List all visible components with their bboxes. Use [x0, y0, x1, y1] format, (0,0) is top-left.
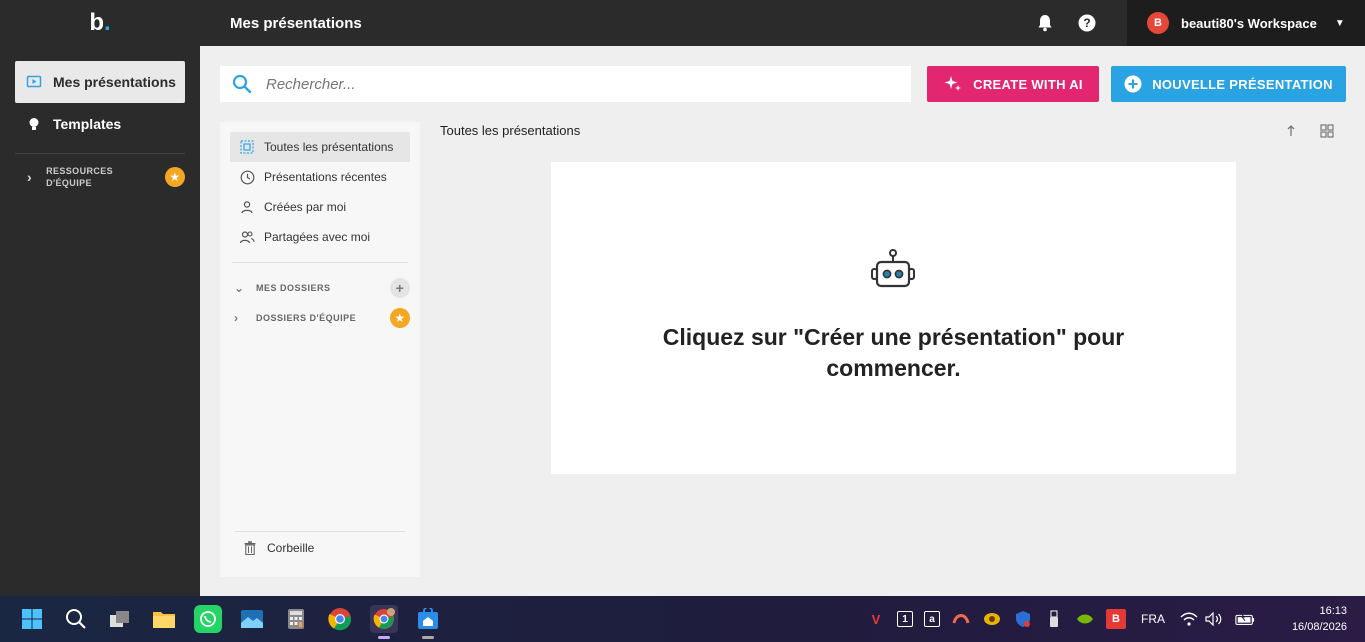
volume-icon[interactable]	[1204, 609, 1224, 629]
running-app-indicator	[422, 636, 434, 639]
content-title: Toutes les présentations	[440, 123, 581, 138]
my-folders-label: MES DOSSIERS	[256, 283, 331, 293]
svg-text:?: ?	[1083, 16, 1090, 30]
search-bar	[220, 66, 911, 102]
logo-letter: b	[89, 9, 104, 36]
vpn-icon[interactable]: V	[866, 609, 886, 629]
antivirus-icon[interactable]: B	[1106, 609, 1126, 629]
sort-icon[interactable]	[1283, 123, 1299, 139]
wifi-icon[interactable]	[1179, 609, 1199, 629]
chrome-icon[interactable]	[326, 605, 354, 633]
nvidia-icon[interactable]	[1075, 609, 1095, 629]
page-title: Mes présentations	[230, 14, 362, 32]
empty-state-message: Cliquez sur "Créer une présentation" pou…	[662, 324, 1125, 381]
clock-time: 16:13	[1319, 605, 1347, 617]
chrome-profile-icon[interactable]	[370, 605, 398, 639]
team-resources-label: RESSOURCES D'ÉQUIPE	[46, 165, 165, 189]
security-icon[interactable]	[1013, 609, 1033, 629]
presentation-icon	[25, 73, 43, 91]
filter-panel: Toutes les présentations Présentations r…	[220, 122, 420, 577]
app-a-icon[interactable]: a	[924, 611, 940, 627]
battery-icon[interactable]	[1235, 609, 1255, 629]
clock-date: 16/08/2026	[1291, 621, 1347, 633]
filter-shared-with-me[interactable]: Partagées avec moi	[230, 222, 410, 252]
task-view-icon[interactable]	[106, 605, 134, 633]
create-with-ai-label: CREATE WITH AI	[973, 76, 1083, 92]
filter-divider	[232, 262, 408, 263]
avatar: B	[1147, 12, 1169, 34]
grid-view-icon[interactable]	[1319, 123, 1335, 139]
tray-app-yellow-icon[interactable]	[982, 609, 1002, 629]
filter-label: Présentations récentes	[264, 170, 387, 184]
sidebar-item-templates[interactable]: Templates	[15, 103, 185, 145]
users-icon	[239, 229, 255, 245]
filter-all-presentations[interactable]: Toutes les présentations	[230, 132, 410, 162]
taskbar-search-icon[interactable]	[62, 605, 90, 633]
filter-label: Partagées avec moi	[264, 230, 371, 244]
search-icon	[232, 74, 252, 94]
sidebar-item-label: Mes présentations	[53, 74, 176, 90]
whatsapp-icon[interactable]	[194, 605, 222, 633]
chevron-right-icon: ›	[234, 311, 239, 325]
chevron-down-icon: ⌄	[234, 281, 245, 295]
photos-icon[interactable]	[238, 605, 266, 633]
workspace-switcher[interactable]: B beauti80's Workspace ▼	[1127, 0, 1365, 46]
new-presentation-button[interactable]: NOUVELLE PRÉSENTATION	[1111, 66, 1346, 102]
store-icon[interactable]	[414, 605, 442, 639]
system-clock[interactable]: 16:13 16/08/2026	[1292, 603, 1347, 635]
team-folders-row[interactable]: › DOSSIERS D'ÉQUIPE ★	[230, 303, 410, 333]
sidebar-item-team-resources[interactable]: › RESSOURCES D'ÉQUIPE ★	[15, 154, 185, 200]
star-icon: ★	[390, 308, 410, 328]
sidebar-item-label: Templates	[53, 116, 122, 132]
help-icon[interactable]: ?	[1077, 13, 1097, 33]
logo-dot: .	[104, 9, 111, 36]
filter-label: Créées par moi	[264, 200, 347, 214]
my-folders-row[interactable]: ⌄ MES DOSSIERS +	[230, 273, 410, 303]
trash-divider	[234, 531, 406, 532]
plus-circle-icon	[1124, 75, 1142, 93]
active-app-indicator	[378, 636, 390, 639]
file-explorer-icon[interactable]	[150, 605, 178, 633]
sidebar-item-mes-presentations[interactable]: Mes présentations	[15, 61, 185, 103]
windows-start-icon[interactable]	[18, 605, 46, 633]
new-presentation-label: NOUVELLE PRÉSENTATION	[1152, 76, 1333, 92]
add-folder-button[interactable]: +	[390, 278, 410, 298]
empty-state-card: Cliquez sur "Créer une présentation" pou…	[551, 162, 1236, 474]
usb-icon[interactable]	[1044, 609, 1064, 629]
app-sidebar: b. Mes présentations Templates › RESSOUR…	[0, 0, 200, 596]
taskbar: V 1 a B FRA 16:13 16/08/2026	[0, 596, 1365, 642]
tray-app-red-icon[interactable]	[951, 609, 971, 629]
team-resources-line1: RESSOURCES	[46, 166, 114, 176]
caret-down-icon: ▼	[1334, 17, 1345, 29]
team-folders-label: DOSSIERS D'ÉQUIPE	[256, 313, 357, 323]
system-tray: V 1 a B FRA	[866, 604, 1266, 634]
language-indicator[interactable]: FRA	[1141, 612, 1165, 626]
chevron-right-icon: ›	[27, 169, 33, 185]
lightbulb-icon	[25, 115, 43, 133]
trash-icon	[244, 541, 256, 555]
workspace-name: beauti80's Workspace	[1181, 15, 1317, 31]
search-input[interactable]	[266, 75, 866, 93]
app-logo[interactable]: b.	[0, 0, 200, 46]
calculator-icon[interactable]	[282, 605, 310, 633]
top-bar: Mes présentations ? B beauti80's Workspa…	[200, 0, 1365, 46]
team-resources-line2: D'ÉQUIPE	[46, 178, 92, 188]
filter-recent-presentations[interactable]: Présentations récentes	[230, 162, 410, 192]
sparkle-icon	[943, 74, 963, 94]
password-manager-icon[interactable]: 1	[897, 611, 913, 627]
filter-created-by-me[interactable]: Créées par moi	[230, 192, 410, 222]
create-with-ai-button[interactable]: CREATE WITH AI	[927, 66, 1099, 102]
robot-icon	[869, 248, 917, 297]
user-icon	[239, 199, 255, 215]
bell-icon[interactable]	[1035, 13, 1055, 33]
filter-label: Toutes les présentations	[264, 140, 394, 154]
trash-link[interactable]: Corbeille	[244, 538, 314, 558]
clock-icon	[239, 169, 255, 185]
trash-label: Corbeille	[267, 541, 315, 555]
all-presentations-icon	[239, 139, 255, 155]
star-icon: ★	[165, 167, 185, 187]
